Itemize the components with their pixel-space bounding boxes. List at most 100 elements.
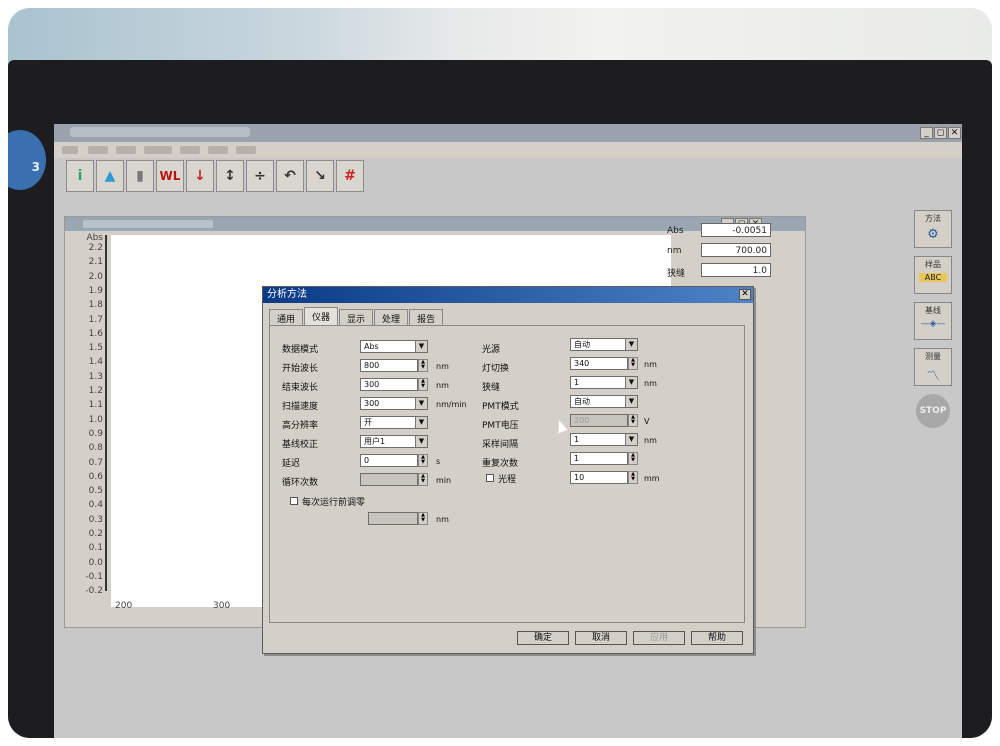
cycles-spinner[interactable]: ▲ ▼ <box>418 473 428 486</box>
end-wavelength-input[interactable]: 300 <box>360 378 418 391</box>
repeats-input[interactable]: 1 <box>570 452 628 465</box>
pathlength-input[interactable]: 10 <box>570 471 628 484</box>
apply-button[interactable]: 应用 <box>633 631 685 645</box>
unit-label: nm <box>436 515 449 524</box>
menu-item-tools[interactable] <box>180 146 200 154</box>
y-tick-label: 0.5 <box>88 486 103 497</box>
end-wavelength-spinner[interactable]: ▲ ▼ <box>418 378 428 391</box>
unit-label: nm <box>644 360 657 369</box>
analysis-method-dialog: 分析方法 ✕ 通用 仪器 显示 处理 报告 数据模式 Abs ▼ 开始波长 800… <box>262 286 754 654</box>
high-resolution-value: 开 <box>364 418 372 427</box>
pathlength-spinner[interactable]: ▲ ▼ <box>628 471 638 484</box>
scan-speed-select[interactable]: 300 ▼ <box>360 397 428 410</box>
fit-icon: ÷ <box>254 168 266 184</box>
start-wavelength-input[interactable]: 800 <box>360 359 418 372</box>
stop-button[interactable]: STOP <box>916 394 950 428</box>
compare-button[interactable]: ▮ <box>126 160 154 192</box>
pmt-mode-select[interactable]: 自动 ▼ <box>570 395 638 408</box>
delay-input[interactable]: 0 <box>360 454 418 467</box>
baseline-correction-select[interactable]: 用户1 ▼ <box>360 435 428 448</box>
start-wavelength-spinner[interactable]: ▲ ▼ <box>418 359 428 372</box>
y-tick-label: 1.8 <box>88 300 103 311</box>
baseline-panel-button[interactable]: 基线 —◈— <box>914 302 952 340</box>
sample-label: 样品 <box>925 260 941 269</box>
readout-abs: Abs -0.0051 <box>665 221 775 241</box>
info-button[interactable]: i <box>66 160 94 192</box>
repeats-label: 重复次数 <box>482 459 519 469</box>
method-button[interactable]: 方法 ⚙ <box>914 210 952 248</box>
wl-icon: WL <box>159 169 181 183</box>
menu-item-file[interactable] <box>62 146 78 154</box>
light-source-select[interactable]: 自动 ▼ <box>570 338 638 351</box>
lamp-change-input[interactable]: 340 <box>570 357 628 370</box>
pmt-mode-label: PMT模式 <box>482 402 519 412</box>
pmt-voltage-spinner[interactable]: ▲ ▼ <box>628 414 638 427</box>
zero-wavelength-spinner[interactable]: ▲ ▼ <box>418 512 428 525</box>
undo-icon: ↶ <box>284 168 296 184</box>
zoom-button[interactable]: ↘ <box>306 160 334 192</box>
readout-panel: Abs -0.0051 nm 700.00 狭缝 1.0 <box>665 221 775 281</box>
y-axis-title: Abs <box>86 233 103 243</box>
menu-item-help[interactable] <box>236 146 256 154</box>
chevron-down-icon: ▼ <box>415 398 427 409</box>
delay-label: 延迟 <box>282 459 301 469</box>
menu-item-window[interactable] <box>208 146 228 154</box>
menu-item-edit[interactable] <box>88 146 108 154</box>
cancel-button[interactable]: 取消 <box>575 631 627 645</box>
readout-slit: 狭缝 1.0 <box>665 261 775 281</box>
data-mode-select[interactable]: Abs ▼ <box>360 340 428 353</box>
y-tick-label: 1.6 <box>88 328 103 339</box>
sampling-interval-label: 采样间隔 <box>482 440 519 450</box>
y-tick-label: 0.2 <box>88 529 103 539</box>
slit-select[interactable]: 1 ▼ <box>570 376 638 389</box>
help-button[interactable]: 帮助 <box>691 631 743 645</box>
unit-label: nm <box>436 362 449 371</box>
readout-label: nm <box>667 246 682 256</box>
sample-button[interactable]: ▲ <box>96 160 124 192</box>
vertical-arrows-icon: ↕ <box>224 168 236 184</box>
sample-panel-button[interactable]: 样品 ABC <box>914 256 952 294</box>
y-tick-label: 1.1 <box>88 400 103 411</box>
fit-button[interactable]: ÷ <box>246 160 274 192</box>
measure-button[interactable]: 测量 〽 <box>914 348 952 386</box>
close-button[interactable]: ✕ <box>948 127 961 139</box>
pmt-mode-value: 自动 <box>574 397 590 406</box>
app-title-bar: _ ◻ ✕ <box>54 124 962 142</box>
wl-button[interactable]: WL <box>156 160 184 192</box>
grid-button[interactable]: # <box>336 160 364 192</box>
maximize-button[interactable]: ◻ <box>934 127 947 139</box>
scale-button[interactable]: ↕ <box>216 160 244 192</box>
app-title <box>70 127 250 137</box>
lamp-change-spinner[interactable]: ▲ ▼ <box>628 357 638 370</box>
minimize-button[interactable]: _ <box>920 127 933 139</box>
tab-instrument[interactable]: 仪器 <box>304 307 339 327</box>
y-tick-label: 1.4 <box>88 357 103 368</box>
measure-icon: 〽 <box>926 369 940 384</box>
scan-speed-label: 扫描速度 <box>282 402 319 412</box>
sampling-interval-select[interactable]: 1 ▼ <box>570 433 638 446</box>
delay-spinner[interactable]: ▲ ▼ <box>418 454 428 467</box>
undo-button[interactable]: ↶ <box>276 160 304 192</box>
menu-item-view[interactable] <box>116 146 136 154</box>
ok-button[interactable]: 确定 <box>517 631 569 645</box>
menu-item-spectrometer[interactable] <box>144 146 172 154</box>
high-resolution-select[interactable]: 开 ▼ <box>360 416 428 429</box>
unit-label: min <box>436 476 452 485</box>
repeats-spinner[interactable]: ▲ ▼ <box>628 452 638 465</box>
dialog-close-button[interactable]: ✕ <box>739 289 751 300</box>
zero-each-run-checkbox[interactable] <box>290 497 298 505</box>
chevron-down-icon: ▼ <box>625 396 637 407</box>
sample-icon: ▲ <box>104 168 116 184</box>
unit-label: nm/min <box>436 400 467 409</box>
pathlength-checkbox[interactable] <box>486 474 494 482</box>
readout-label: Abs <box>667 226 684 236</box>
baseline-icon: —◈— <box>920 319 946 329</box>
cycles-input[interactable] <box>360 473 418 486</box>
cycles-label: 循环次数 <box>282 478 319 488</box>
baseline-button[interactable]: ↓ <box>186 160 214 192</box>
pathlength-label: 光程 <box>498 475 517 485</box>
zero-wavelength-input[interactable] <box>368 512 418 525</box>
x-tick-label: 200 <box>115 601 133 611</box>
pmt-voltage-input[interactable]: 200 <box>570 414 628 427</box>
lamp-change-label: 灯切换 <box>482 364 510 374</box>
